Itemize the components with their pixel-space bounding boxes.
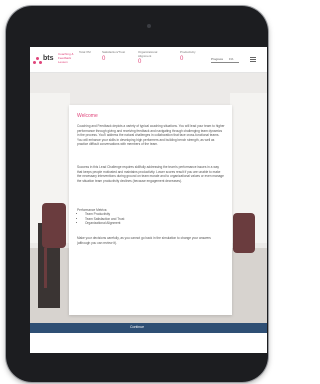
list-item: Organizational Alignment — [85, 221, 124, 226]
hamburger-menu-icon[interactable] — [250, 57, 256, 62]
camera-icon — [147, 24, 151, 28]
chair-left — [42, 203, 66, 248]
progress-underline — [211, 62, 239, 63]
metric-label-satisfaction-trust: Satisfaction/Trust — [102, 50, 126, 54]
dialog-title: Welcome — [77, 113, 98, 119]
bts-logo-icon — [33, 57, 42, 64]
decision-paragraph: Make your decisions carefully, as you ca… — [77, 236, 211, 245]
tablet-frame: bts Coaching & Feedback Lesson Total XM … — [6, 6, 268, 382]
metric-value-organizational-alignment: 0 — [138, 59, 142, 65]
app-screen: bts Coaching & Feedback Lesson Total XM … — [30, 47, 267, 353]
progress-value: 1% — [229, 57, 234, 61]
progress-label: Progress — [211, 57, 224, 61]
welcome-dialog: Welcome Coaching and Feedback depicts a … — [69, 105, 232, 315]
metric-label-total-xm: Total XM — [79, 50, 91, 54]
metric-value-satisfaction-trust: 0 — [102, 56, 106, 62]
top-header: bts Coaching & Feedback Lesson Total XM … — [30, 47, 267, 73]
metric-label-productivity: Productivity — [180, 50, 196, 54]
chair-right — [233, 213, 255, 253]
screen-bottom — [30, 333, 267, 353]
simulation-title: Coaching & Feedback Lesson — [58, 52, 74, 64]
chair-leg — [44, 248, 47, 288]
performance-metrics-list: Team Productivity Team Satisfaction and … — [81, 212, 124, 226]
footer-bar: Continue — [30, 323, 267, 333]
success-paragraph: Success in this Lead Challenge requires … — [77, 165, 224, 183]
continue-button[interactable]: Continue — [130, 325, 144, 329]
intro-paragraph: Coaching and Feedback depicts a variety … — [77, 124, 225, 147]
metric-label-organizational-alignment: Organizational Alignment — [138, 50, 158, 58]
bts-logo-text: bts — [43, 55, 54, 62]
metric-value-productivity: 0 — [180, 56, 184, 62]
